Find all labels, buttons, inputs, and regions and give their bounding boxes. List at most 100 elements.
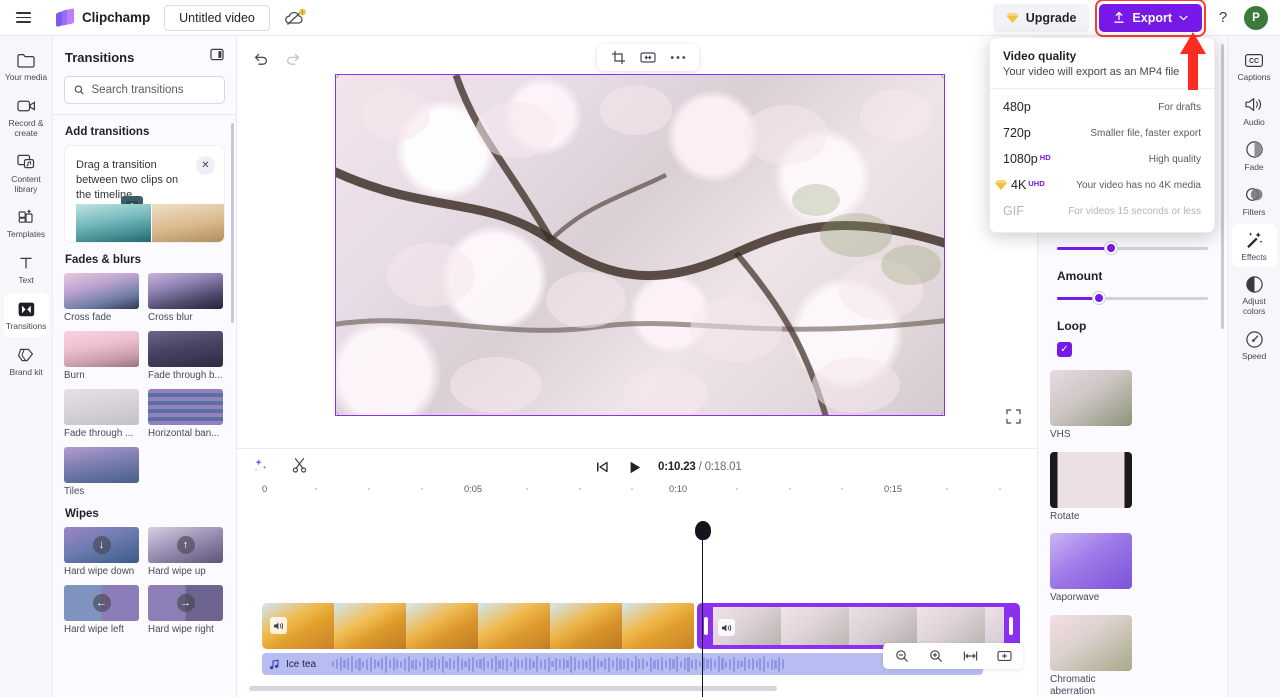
resize-handle-br[interactable]	[941, 412, 944, 415]
transition-cross-blur[interactable]: Cross blur	[148, 273, 223, 323]
amount-slider[interactable]	[1057, 292, 1208, 304]
tab-captions[interactable]: CC Captions	[1232, 44, 1277, 88]
skip-previous-icon[interactable]	[592, 457, 612, 477]
sidebar-item-brand-kit[interactable]: Brand kit	[4, 339, 49, 383]
transition-thumb	[64, 331, 139, 367]
effect-chromatic-aberration[interactable]: Chromatic aberration	[1050, 614, 1132, 697]
sidebar-item-your-media[interactable]: Your media	[4, 44, 49, 88]
more-horizontal-icon[interactable]	[668, 48, 688, 68]
effect-rotate[interactable]: Rotate	[1050, 451, 1132, 524]
transition-horizontal-bands[interactable]: Horizontal ban...	[148, 389, 223, 439]
sidebar-item-text[interactable]: Text	[4, 247, 49, 291]
scissors-icon[interactable]	[289, 455, 309, 475]
speaker-icon[interactable]	[718, 619, 735, 636]
transition-fade-through-white[interactable]: Fade through ...	[64, 389, 139, 439]
transition-thumb: ↓	[64, 527, 139, 563]
timeline-clip-autumn[interactable]	[262, 603, 696, 649]
tab-label: Fade	[1244, 161, 1264, 172]
trim-handle-left[interactable]	[704, 617, 708, 635]
audio-speaker-icon	[1243, 95, 1265, 115]
upload-icon	[1114, 11, 1125, 23]
help-button[interactable]: ?	[1212, 9, 1234, 26]
tab-adjust-colors[interactable]: Adjust colors	[1232, 268, 1277, 322]
zoom-out-icon[interactable]	[892, 646, 912, 666]
panel-scrollbar[interactable]	[231, 123, 234, 323]
timeline-ruler[interactable]: 0 0:05 0:10 0:15	[251, 480, 1023, 502]
add-track-icon[interactable]	[994, 646, 1014, 666]
fit-timeline-icon[interactable]	[960, 646, 980, 666]
crop-icon[interactable]	[608, 48, 628, 68]
effect-vhs[interactable]: VHS	[1050, 370, 1132, 442]
transition-hard-wipe-left[interactable]: ← Hard wipe left	[64, 585, 139, 635]
sidebar-label: Record & create	[8, 117, 44, 138]
export-option-4k[interactable]: 4K UHD Your video has no 4K media	[990, 172, 1214, 198]
option-desc: For videos 15 seconds or less	[1068, 205, 1201, 217]
speed-slider-thumb[interactable]	[1105, 242, 1118, 254]
search-transitions-box[interactable]	[64, 76, 225, 104]
transition-cross-fade[interactable]: Cross fade	[64, 273, 139, 323]
export-option-720p[interactable]: 720p Smaller file, faster export	[990, 120, 1214, 146]
tab-audio[interactable]: Audio	[1232, 89, 1277, 133]
transition-fade-through-black[interactable]: Fade through b...	[148, 331, 223, 381]
dropdown-subtitle: Your video will export as an MP4 file	[1003, 66, 1180, 78]
search-input[interactable]	[91, 84, 215, 96]
video-canvas[interactable]	[335, 74, 945, 416]
zoom-in-icon[interactable]	[926, 646, 946, 666]
transition-tiles[interactable]: Tiles	[64, 447, 139, 497]
timeline-audio-clip[interactable]: Ice tea	[262, 653, 983, 675]
playhead[interactable]	[694, 521, 711, 697]
export-button-wrapper: Export	[1095, 0, 1206, 37]
transitions-scroll-area[interactable]: Add transitions Drag a transition betwee…	[53, 115, 236, 697]
sidebar-item-content-library[interactable]: Content library	[4, 146, 49, 200]
transition-hard-wipe-down[interactable]: ↓ Hard wipe down	[64, 527, 139, 577]
play-icon[interactable]	[625, 457, 645, 477]
tab-effects[interactable]: Effects	[1231, 223, 1277, 268]
project-title-input[interactable]: Untitled video	[164, 4, 270, 31]
hamburger-icon[interactable]	[6, 1, 40, 35]
effects-grid-more: VHS Rotate Vaporwave Chromatic aberratio…	[1038, 357, 1227, 697]
transition-thumb	[64, 389, 139, 425]
upgrade-button[interactable]: Upgrade	[992, 3, 1090, 32]
amount-label: Amount	[1057, 269, 1103, 283]
speed-slider[interactable]	[1057, 242, 1208, 254]
transition-burn[interactable]: Burn	[64, 331, 139, 381]
sidebar-item-templates[interactable]: Templates	[4, 201, 49, 245]
close-icon[interactable]: ✕	[196, 156, 215, 175]
export-button[interactable]: Export	[1099, 3, 1202, 32]
loop-checkbox[interactable]: ✓	[1057, 342, 1072, 357]
sidebar-item-record-create[interactable]: Record & create	[4, 90, 49, 144]
amount-slider-thumb[interactable]	[1093, 292, 1106, 304]
brand: Clipchamp	[56, 7, 150, 28]
transition-hard-wipe-up[interactable]: ↑ Hard wipe up	[148, 527, 223, 577]
option-badge-hd: HD	[1039, 153, 1051, 162]
sidebar-item-transitions[interactable]: Transitions	[3, 293, 49, 337]
magic-wand-icon[interactable]	[251, 455, 271, 475]
export-option-1080p[interactable]: 1080p HD High quality	[990, 146, 1214, 172]
audio-waveform	[332, 653, 785, 675]
avatar[interactable]: P	[1244, 5, 1268, 30]
trim-handle-right[interactable]	[1009, 617, 1013, 635]
export-option-480p[interactable]: 480p For drafts	[990, 94, 1214, 120]
collapse-panel-icon[interactable]	[210, 48, 224, 66]
transition-hard-wipe-right[interactable]: → Hard wipe right	[148, 585, 223, 635]
speaker-icon[interactable]	[270, 617, 287, 634]
transition-thumb	[148, 331, 223, 367]
option-desc: Your video has no 4K media	[1076, 179, 1201, 191]
tab-speed[interactable]: Speed	[1232, 323, 1277, 367]
timeline-horizontal-scrollbar[interactable]	[249, 686, 777, 691]
fit-icon[interactable]	[638, 48, 658, 68]
fullscreen-icon[interactable]	[1006, 409, 1021, 429]
properties-scrollbar[interactable]	[1221, 44, 1224, 329]
playback-controls: 0:10.23 / 0:18.01	[592, 457, 742, 477]
tab-fade[interactable]: Fade	[1232, 134, 1277, 178]
ruler-label-10: 0:10	[669, 484, 688, 494]
cloud-off-icon[interactable]: !	[284, 7, 308, 29]
redo-icon[interactable]	[283, 48, 303, 68]
undo-icon[interactable]	[251, 48, 271, 68]
section-title-fades-blurs: Fades & blurs	[65, 254, 142, 266]
sidebar-label: Text	[18, 275, 34, 286]
tab-filters[interactable]: Filters	[1232, 179, 1277, 223]
timeline-toolbar: 0:10.23 / 0:18.01	[237, 449, 1037, 480]
effect-vaporwave[interactable]: Vaporwave	[1050, 533, 1132, 605]
tab-label: Adjust colors	[1242, 296, 1266, 317]
